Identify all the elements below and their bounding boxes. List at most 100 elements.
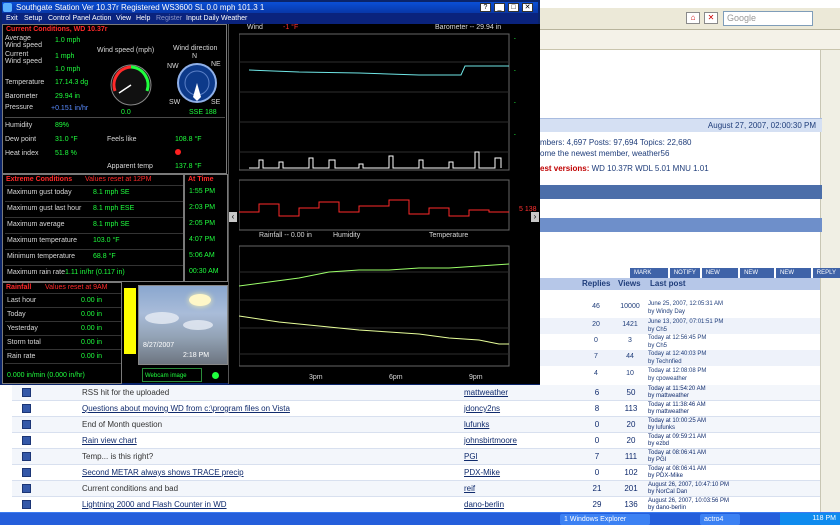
thread-last-post[interactable]: Today at 11:38:46 AM by mattweather bbox=[648, 402, 808, 416]
divider bbox=[5, 117, 225, 118]
rain-row: Last hour 0.00 in bbox=[5, 293, 121, 307]
thread-title-link[interactable]: RSS hit for the uploaded bbox=[82, 388, 169, 397]
current-wind-value: 1 mph bbox=[55, 53, 75, 60]
row-views: 10000 bbox=[620, 303, 640, 310]
last-post-column-header[interactable]: Last post bbox=[650, 279, 686, 288]
menu-control-panel[interactable]: Control Panel bbox=[48, 13, 90, 24]
thread-last-post[interactable]: August 26, 2007, 10:47:10 PM by NorCal Da… bbox=[648, 482, 808, 496]
apparent-temp-value: 137.8 °F bbox=[175, 163, 202, 170]
menu-view[interactable]: View bbox=[116, 13, 131, 24]
thread-views: 201 bbox=[624, 484, 638, 493]
thread-author-link[interactable]: mattweather bbox=[464, 388, 508, 397]
window-titlebar[interactable]: Southgate Station Ver 10.37r Registered … bbox=[2, 2, 538, 13]
table-row[interactable]: 4 10 Today at 12:08:08 PM by cpoweather bbox=[538, 367, 820, 383]
graph-next-arrow-icon[interactable]: › bbox=[531, 212, 539, 222]
row-last-post[interactable]: Today at 12:08:08 PM by cpoweather bbox=[648, 367, 706, 383]
new-topic-button[interactable]: NEW TOPIC bbox=[701, 268, 739, 286]
table-row[interactable]: 46 10000 June 25, 2007, 12:05:31 AM by Wi… bbox=[538, 300, 820, 316]
reply-button[interactable]: REPLY bbox=[812, 268, 840, 278]
close-icon[interactable]: ✕ bbox=[522, 3, 533, 12]
taskbar-item-app[interactable]: actro4 bbox=[700, 514, 740, 525]
maximize-icon[interactable]: □ bbox=[508, 3, 519, 12]
thread-author-link[interactable]: johnsbirtmoore bbox=[464, 436, 517, 445]
table-row[interactable]: 20 1421 June 13, 2007, 07:01:51 PM by Ch5 bbox=[538, 318, 820, 334]
thread-last-post[interactable]: Today at 09:59:21 AM by ezbd bbox=[648, 434, 808, 448]
table-row[interactable]: Lightning 2000 and Flash Counter in WD d… bbox=[12, 497, 820, 513]
browser-links-bar bbox=[540, 30, 840, 50]
thread-author-link[interactable]: PGI bbox=[464, 452, 478, 461]
thread-author-link[interactable]: jdoncy2ns bbox=[464, 404, 500, 413]
stop-icon[interactable]: ✕ bbox=[704, 12, 718, 24]
cloud-icon bbox=[183, 320, 213, 330]
thread-last-post[interactable]: Today at 08:06:41 AM by PGI bbox=[648, 450, 808, 464]
extremes-time-title: At Time bbox=[188, 176, 214, 183]
thread-last-post[interactable]: Today at 11:54:20 AM by mattweather bbox=[648, 386, 808, 400]
minimize-icon[interactable]: _ bbox=[494, 3, 505, 12]
table-row[interactable]: End of Month question lufunks 0 20 Today… bbox=[12, 417, 820, 433]
thread-author-link[interactable]: PDX-Mike bbox=[464, 468, 500, 477]
dew-point-value: 31.0 °F bbox=[55, 136, 78, 143]
thread-title-link[interactable]: Questions about moving WD from c:\progra… bbox=[82, 404, 290, 413]
table-row[interactable]: Questions about moving WD from c:\progra… bbox=[12, 401, 820, 417]
humidity-label: Humidity bbox=[5, 122, 33, 129]
rain-row: Storm total 0.00 in bbox=[5, 335, 121, 349]
thread-title-link[interactable]: Current conditions and bad bbox=[82, 484, 178, 493]
extreme-time: 00:30 AM bbox=[189, 268, 219, 275]
thread-title-link[interactable]: Rain view chart bbox=[82, 436, 137, 445]
replies-column-header[interactable]: Replies bbox=[582, 279, 610, 288]
table-row[interactable]: Current conditions and bad reif 21 201 A… bbox=[12, 481, 820, 497]
extreme-row: Maximum temperature 103.0 °F bbox=[5, 233, 183, 247]
thread-author-link[interactable]: dano-berlin bbox=[464, 500, 504, 509]
menu-setup[interactable]: Setup bbox=[24, 13, 42, 24]
table-row[interactable]: Rain view chart johnsbirtmoore 0 20 Toda… bbox=[12, 433, 820, 449]
new-post-button[interactable]: NEW POST bbox=[776, 268, 811, 286]
menu-register[interactable]: Register bbox=[156, 13, 182, 24]
home-icon[interactable]: ⌂ bbox=[686, 12, 700, 24]
views-column-header[interactable]: Views bbox=[618, 279, 641, 288]
rainfall-subtitle: Values reset at 9AM bbox=[45, 284, 108, 291]
system-tray-clock[interactable]: 118 PM bbox=[780, 513, 840, 525]
table-row[interactable]: RSS hit for the uploaded mattweather 6 5… bbox=[12, 385, 820, 401]
rain-row: 0.000 in/min (0.000 in/hr) bbox=[5, 363, 121, 381]
search-input[interactable]: Google bbox=[723, 11, 813, 26]
thread-title-link[interactable]: Lightning 2000 and Flash Counter in WD bbox=[82, 500, 227, 509]
menu-help[interactable]: Help bbox=[136, 13, 150, 24]
row-last-post[interactable]: Today at 12:56:45 PM by Ch5 bbox=[648, 334, 706, 350]
thread-title-link[interactable]: Temp... is this right? bbox=[82, 452, 153, 461]
status-led-icon bbox=[212, 372, 219, 379]
thread-icon bbox=[22, 436, 31, 445]
menu-action[interactable]: Action bbox=[92, 13, 111, 24]
thread-author-link[interactable]: lufunks bbox=[464, 420, 489, 429]
help-icon[interactable]: ? bbox=[480, 3, 491, 12]
browser-toolbar: ⌂ ✕ Google bbox=[540, 8, 840, 30]
menu-input-daily-weather[interactable]: Input Daily Weather bbox=[186, 13, 247, 24]
row-last-post[interactable]: June 13, 2007, 07:01:51 PM by Ch5 bbox=[648, 318, 723, 334]
row-replies: 7 bbox=[594, 353, 598, 360]
table-row[interactable]: 7 44 Today at 12:40:03 PM by Technfied bbox=[538, 350, 820, 366]
page-scrollbar[interactable] bbox=[820, 50, 840, 512]
menu-exit[interactable]: Exit bbox=[6, 13, 18, 24]
graph-prev-arrow-icon[interactable]: ‹ bbox=[229, 212, 237, 222]
mark-read-button[interactable]: MARK READ bbox=[630, 268, 668, 286]
table-row[interactable]: Second METAR always shows TRACE precip P… bbox=[12, 465, 820, 481]
thread-title-link[interactable]: Second METAR always shows TRACE precip bbox=[82, 468, 244, 477]
row-last-post[interactable]: June 25, 2007, 12:05:31 AM by Windy Day bbox=[648, 300, 723, 316]
new-poll-button[interactable]: NEW POLL bbox=[740, 268, 774, 286]
thread-last-post[interactable]: August 26, 2007, 10:03:56 PM by dano-berl… bbox=[648, 498, 808, 512]
webcam-image[interactable]: 8/27/2007 2:18 PM bbox=[138, 285, 228, 365]
table-row[interactable]: 0 3 Today at 12:56:45 PM by Ch5 bbox=[538, 334, 820, 350]
alarm-indicator-icon bbox=[175, 149, 181, 155]
webcam-date: 8/27/2007 bbox=[143, 342, 175, 349]
notify-button[interactable]: NOTIFY bbox=[669, 268, 700, 278]
graph-temp-label: -1 °F bbox=[283, 24, 299, 31]
thread-last-post[interactable]: Today at 10:00:25 AM by lufunks bbox=[648, 418, 808, 432]
row-last-post[interactable]: Today at 12:40:03 PM by Technfied bbox=[648, 350, 706, 366]
thread-title-link[interactable]: End of Month question bbox=[82, 420, 162, 429]
forum-stats-line2: ome the newest member, weather56 bbox=[540, 149, 670, 158]
compass-n-label: N bbox=[192, 53, 198, 60]
taskbar-item-explorer[interactable]: 1 Windows Explorer bbox=[560, 514, 650, 525]
table-row[interactable]: Temp... is this right? PGI 7 111 Today a… bbox=[12, 449, 820, 465]
webcam-label: Webcam image bbox=[145, 373, 187, 379]
thread-last-post[interactable]: Today at 08:06:41 AM by PDX-Mike bbox=[648, 466, 808, 480]
thread-author-link[interactable]: reif bbox=[464, 484, 475, 493]
